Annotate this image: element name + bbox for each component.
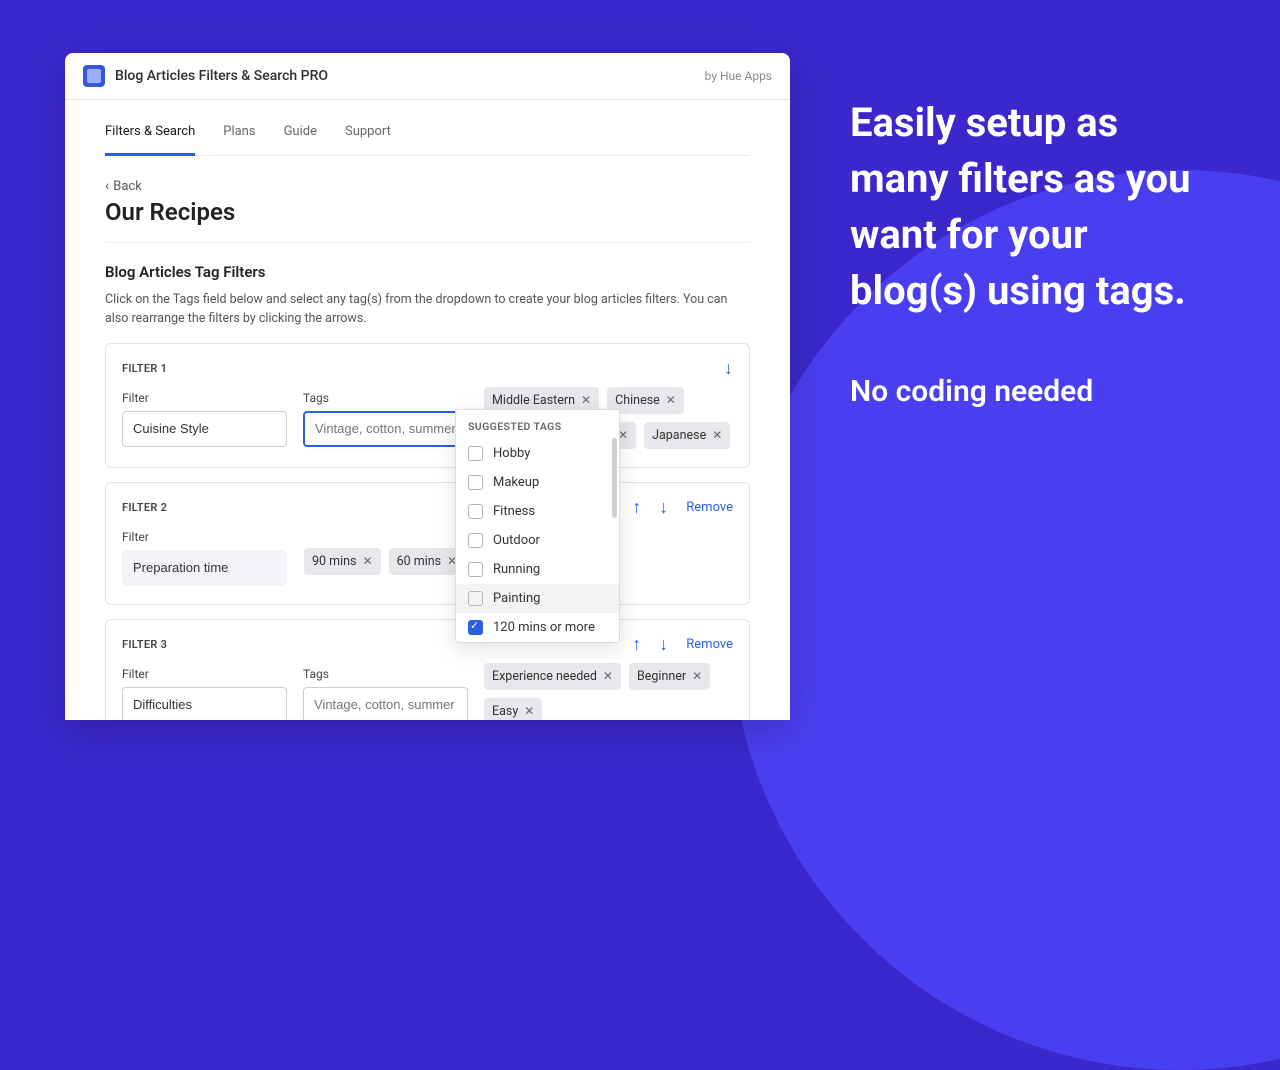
filter-card-3: FILTER 3 ↑ ↓ Remove Filter Tags xyxy=(105,619,750,721)
filter-name-input[interactable] xyxy=(122,411,287,447)
back-button[interactable]: ‹ Back xyxy=(105,178,142,194)
dropdown-item[interactable]: Fitness xyxy=(456,497,619,526)
tag-chip: 60 mins✕ xyxy=(389,548,466,575)
remove-filter-link[interactable]: Remove xyxy=(686,637,733,652)
tags-input[interactable] xyxy=(303,687,468,721)
remove-filter-link[interactable]: Remove xyxy=(686,500,733,515)
chip-remove-icon[interactable]: ✕ xyxy=(363,554,373,568)
tab-plans[interactable]: Plans xyxy=(223,110,255,155)
move-up-button[interactable]: ↑ xyxy=(632,497,641,518)
chip-remove-icon[interactable]: ✕ xyxy=(603,669,613,683)
tags-input[interactable] xyxy=(303,411,468,447)
marketing-sub: No coding needed xyxy=(850,374,1220,409)
dropdown-item[interactable]: Painting xyxy=(456,584,619,613)
field-label-filter: Filter xyxy=(122,530,287,544)
nav-tabs: Filters & Search Plans Guide Support xyxy=(105,110,750,156)
tab-filters-search[interactable]: Filters & Search xyxy=(105,110,195,156)
marketing-headline: Easily setup as many filters as you want… xyxy=(850,95,1220,319)
dropdown-item[interactable]: Running xyxy=(456,555,619,584)
field-label-filter: Filter xyxy=(122,667,287,681)
chip-remove-icon[interactable]: ✕ xyxy=(712,428,722,442)
chip-remove-icon[interactable]: ✕ xyxy=(666,393,676,407)
page-title: Our Recipes xyxy=(105,198,750,226)
filter-card-title: FILTER 1 xyxy=(122,362,167,375)
dropdown-item[interactable]: Outdoor xyxy=(456,526,619,555)
move-down-button[interactable]: ↓ xyxy=(724,358,733,379)
field-label-filter: Filter xyxy=(122,391,287,405)
dropdown-scrollbar[interactable] xyxy=(612,438,617,518)
chip-remove-icon[interactable]: ✕ xyxy=(581,393,591,407)
dropdown-item[interactable]: Hobby xyxy=(456,439,619,468)
chevron-left-icon: ‹ xyxy=(105,178,109,194)
tag-chip: Beginner✕ xyxy=(629,663,710,690)
filter-name-input[interactable] xyxy=(122,687,287,721)
dropdown-item[interactable]: 120 mins or more xyxy=(456,613,619,642)
field-label-tags: Tags xyxy=(303,667,468,681)
chip-remove-icon[interactable]: ✕ xyxy=(692,669,702,683)
dropdown-heading: SUGGESTED TAGS xyxy=(456,410,619,439)
app-byline: by Hue Apps xyxy=(705,69,772,83)
tags-dropdown: SUGGESTED TAGS Hobby Makeup Fitness Outd… xyxy=(455,409,620,643)
filter-name-input[interactable] xyxy=(122,550,287,586)
tab-guide[interactable]: Guide xyxy=(284,110,317,155)
chip-remove-icon[interactable]: ✕ xyxy=(524,704,534,718)
section-desc: Click on the Tags field below and select… xyxy=(105,291,750,329)
back-label: Back xyxy=(113,179,142,194)
app-panel: Blog Articles Filters & Search PRO by Hu… xyxy=(65,53,790,720)
tag-chip: Experience needed✕ xyxy=(484,663,621,690)
tag-chip: Japanese✕ xyxy=(644,422,730,449)
filter-card-title: FILTER 2 xyxy=(122,501,167,514)
filter-card-1: FILTER 1 ↓ Filter Tags Middle Eastern✕ C… xyxy=(105,343,750,468)
tab-support[interactable]: Support xyxy=(345,110,391,155)
tag-chip: Easy✕ xyxy=(484,698,542,721)
dropdown-item[interactable]: Makeup xyxy=(456,468,619,497)
app-title: Blog Articles Filters & Search PRO xyxy=(115,68,328,84)
filter-card-2: FILTER 2 ↑ ↓ Remove Filter . xyxy=(105,482,750,605)
filter-card-title: FILTER 3 xyxy=(122,638,167,651)
move-up-button[interactable]: ↑ xyxy=(632,634,641,655)
section-title: Blog Articles Tag Filters xyxy=(105,263,750,281)
move-down-button[interactable]: ↓ xyxy=(659,497,668,518)
field-label-tags: Tags xyxy=(303,391,468,405)
move-down-button[interactable]: ↓ xyxy=(659,634,668,655)
app-logo-icon xyxy=(83,65,105,87)
tag-chip: 90 mins✕ xyxy=(304,548,381,575)
